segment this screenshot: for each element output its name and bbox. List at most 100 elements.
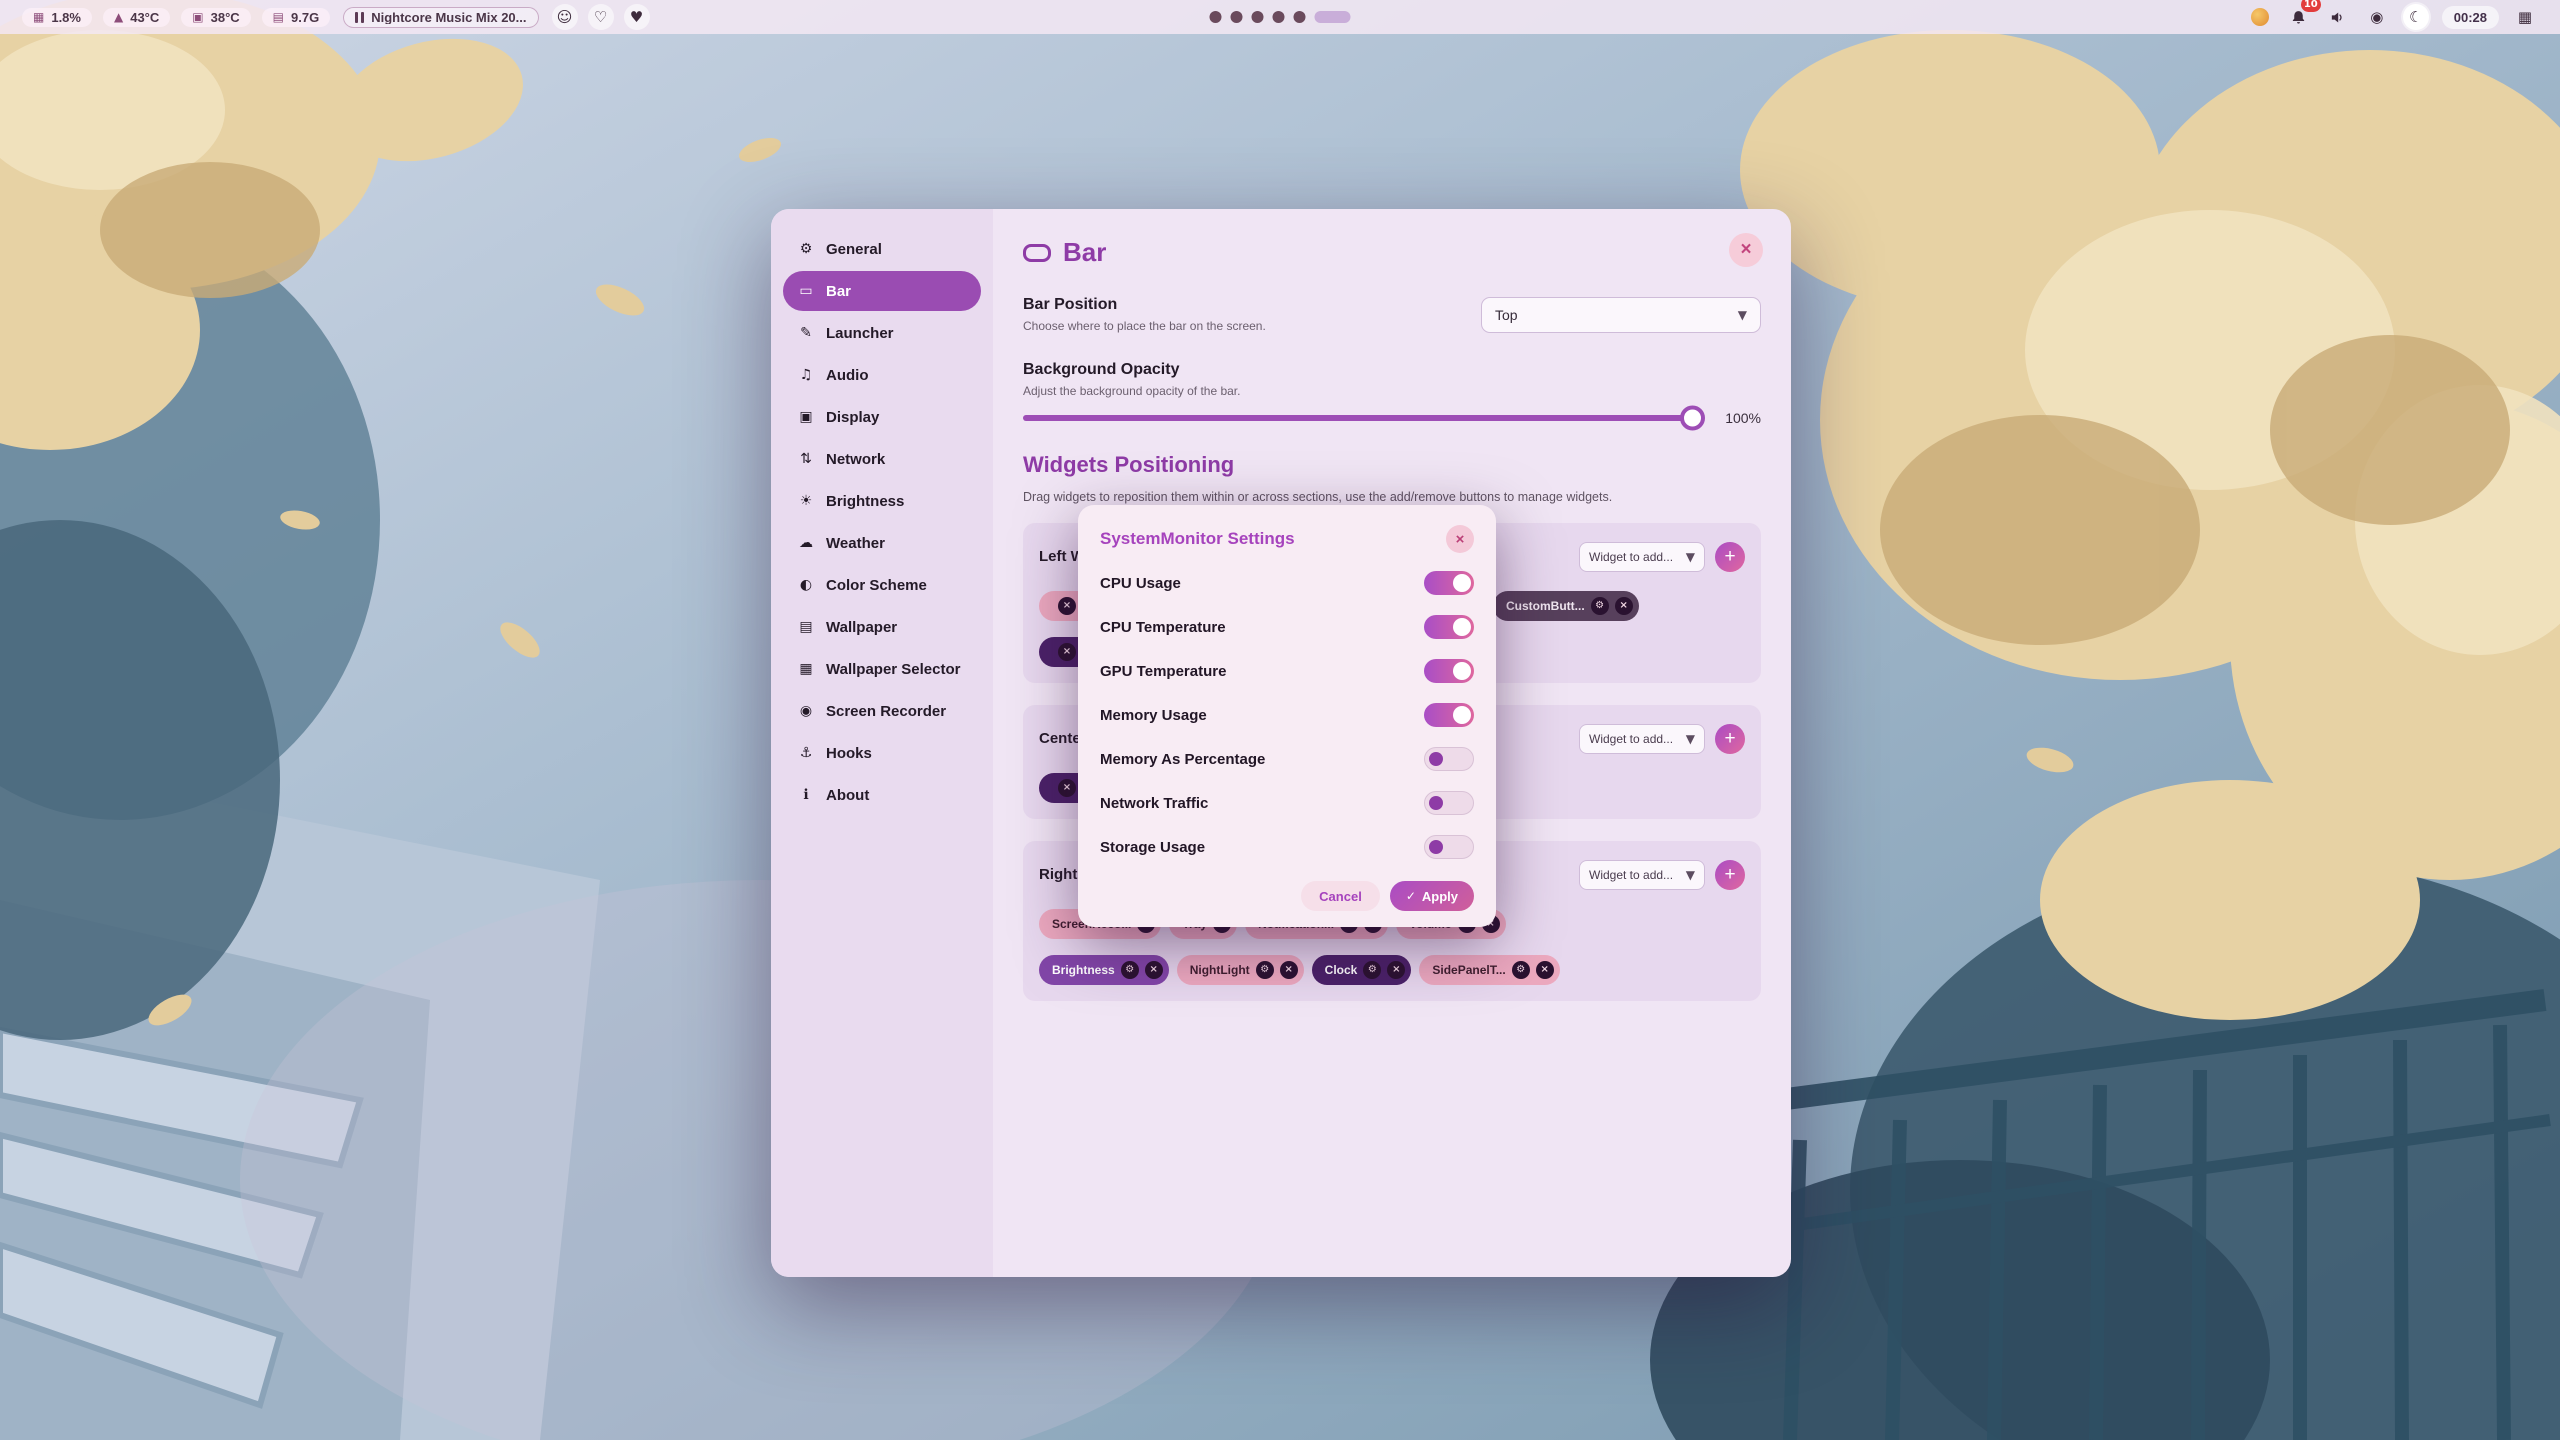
heart-outline-icon[interactable]: ♡ [588, 4, 614, 30]
toggle-knob [1453, 574, 1471, 592]
widgets-positioning-heading: Widgets Positioning [1023, 452, 1761, 478]
add-widget-button[interactable]: + [1715, 860, 1745, 890]
widget-chip[interactable]: Brightness⚙× [1039, 955, 1169, 985]
widget-add-select[interactable]: Widget to add...▼ [1579, 542, 1705, 572]
modal-close-button[interactable]: × [1446, 525, 1474, 553]
remove-widget-icon[interactable]: × [1280, 961, 1298, 979]
remove-widget-icon[interactable]: × [1536, 961, 1554, 979]
emote-icon[interactable]: ☺ [552, 4, 578, 30]
toggle-row-gpu-temperature: GPU Temperature [1100, 649, 1474, 693]
widget-settings-icon[interactable]: ⚙ [1512, 961, 1530, 979]
notifications-icon[interactable]: 10 [2286, 4, 2312, 30]
heart-icon[interactable]: ♥ [624, 4, 650, 30]
workspace-dot[interactable] [1231, 11, 1243, 23]
chevron-down-icon: ▼ [1686, 868, 1695, 882]
sidebar-item-network[interactable]: ⇅Network [783, 439, 981, 479]
sidebar-item-general[interactable]: ⚙General [783, 229, 981, 269]
memory-value: 9.7G [291, 11, 319, 24]
widget-add-select[interactable]: Widget to add...▼ [1579, 860, 1705, 890]
opacity-slider-handle[interactable] [1680, 406, 1705, 431]
app-launcher-icon[interactable]: ▦ [2512, 4, 2538, 30]
sidebar-item-label: Color Scheme [826, 577, 927, 594]
widget-settings-icon[interactable]: ⚙ [1121, 961, 1139, 979]
widget-add-placeholder: Widget to add... [1589, 550, 1673, 564]
toggle-on[interactable] [1424, 703, 1474, 727]
toggle-on[interactable] [1424, 571, 1474, 595]
clock[interactable]: 00:28 [2442, 6, 2499, 29]
remove-widget-icon[interactable]: × [1058, 643, 1076, 661]
gpu-temp-stat[interactable]: ▣38°C [181, 8, 250, 27]
sidebar-item-color-scheme[interactable]: ◐ Color Scheme [783, 565, 981, 605]
sidebar-item-label: Wallpaper [826, 619, 897, 636]
audio-icon: ♫ [797, 367, 815, 383]
sidebar-item-wallpaper[interactable]: ▤Wallpaper [783, 607, 981, 647]
opacity-slider[interactable] [1023, 415, 1701, 421]
toggle-list: CPU UsageCPU TemperatureGPU TemperatureM… [1100, 561, 1474, 869]
toggle-on[interactable] [1424, 659, 1474, 683]
widget-chip[interactable]: NightLight⚙× [1177, 955, 1304, 985]
screen-recorder-icon: ◉ [797, 703, 815, 719]
workspace-dot-active[interactable] [1315, 11, 1351, 23]
workspace-dot[interactable] [1210, 11, 1222, 23]
widget-settings-icon[interactable]: ⚙ [1591, 597, 1609, 615]
pause-icon [355, 12, 364, 23]
workspace-dot[interactable] [1273, 11, 1285, 23]
sidebar-item-bar[interactable]: ▭Bar [783, 271, 981, 311]
add-widget-button[interactable]: + [1715, 542, 1745, 572]
cpu-temp-stat[interactable]: ▲ 43°C [103, 8, 170, 27]
toggle-off[interactable] [1424, 747, 1474, 771]
workspaces[interactable] [1210, 0, 1351, 34]
system-stats: ▦1.8% ▲ 43°C ▣38°C ▤9.7G [22, 8, 330, 27]
remove-widget-icon[interactable]: × [1387, 961, 1405, 979]
toggle-off[interactable] [1424, 835, 1474, 859]
add-widget-button[interactable]: + [1715, 724, 1745, 754]
toggle-row-network-traffic: Network Traffic [1100, 781, 1474, 825]
cpu-usage-stat[interactable]: ▦1.8% [22, 8, 92, 27]
remove-widget-icon[interactable]: × [1058, 779, 1076, 797]
widget-add-select[interactable]: Widget to add...▼ [1579, 724, 1705, 754]
sidebar-item-hooks[interactable]: ⚓Hooks [783, 733, 981, 773]
launcher-icon: ✎ [797, 325, 815, 341]
bar-position-select[interactable]: Top ▼ [1481, 297, 1761, 333]
panel-header: Bar [1023, 237, 1761, 268]
window-close-button[interactable]: × [1729, 233, 1763, 267]
toggle-knob [1453, 706, 1471, 724]
toggle-on[interactable] [1424, 615, 1474, 639]
night-light-icon[interactable]: ☾ [2403, 4, 2429, 30]
widget-chip[interactable]: SidePanelT...⚙× [1419, 955, 1559, 985]
gpu-temp-value: 38°C [211, 11, 240, 24]
memory-stat[interactable]: ▤9.7G [262, 8, 331, 27]
toggle-off[interactable] [1424, 791, 1474, 815]
widget-chip[interactable]: CustomButt...⚙× [1493, 591, 1639, 621]
color-picker-icon[interactable] [2247, 4, 2273, 30]
cpu-temp-value: 43°C [130, 11, 159, 24]
media-widget[interactable]: Nightcore Music Mix 20... [343, 7, 538, 28]
sidebar-item-brightness[interactable]: ☀Brightness [783, 481, 981, 521]
background-opacity-label: Background Opacity [1023, 361, 1761, 379]
workspace-dot[interactable] [1252, 11, 1264, 23]
apply-button[interactable]: ✓ Apply [1390, 881, 1474, 911]
remove-widget-icon[interactable]: × [1615, 597, 1633, 615]
topbar-left: ▦1.8% ▲ 43°C ▣38°C ▤9.7G Nightcore Music Mix… [22, 4, 650, 30]
palette-dot [2251, 8, 2269, 26]
sidebar-item-about[interactable]: ℹAbout [783, 775, 981, 815]
volume-icon[interactable] [2325, 4, 2351, 30]
widget-settings-icon[interactable]: ⚙ [1256, 961, 1274, 979]
screen-record-icon[interactable]: ◉ [2364, 4, 2390, 30]
cancel-button[interactable]: Cancel [1301, 881, 1380, 911]
sidebar-item-display[interactable]: ▣Display [783, 397, 981, 437]
widget-settings-icon[interactable]: ⚙ [1363, 961, 1381, 979]
widget-chip[interactable]: Clock⚙× [1312, 955, 1412, 985]
color-scheme-icon: ◐ [797, 577, 815, 593]
sidebar-item-audio[interactable]: ♫Audio [783, 355, 981, 395]
modal-footer: Cancel ✓ Apply [1100, 881, 1474, 911]
sidebar-item-screen-recorder[interactable]: ◉Screen Recorder [783, 691, 981, 731]
thermometer-icon: ▲ [114, 11, 123, 23]
workspace-dot[interactable] [1294, 11, 1306, 23]
toggle-label: CPU Usage [1100, 575, 1181, 592]
remove-widget-icon[interactable]: × [1058, 597, 1076, 615]
sidebar-item-wallpaper-selector[interactable]: ▦Wallpaper Selector [783, 649, 981, 689]
remove-widget-icon[interactable]: × [1145, 961, 1163, 979]
sidebar-item-weather[interactable]: ☁Weather [783, 523, 981, 563]
sidebar-item-launcher[interactable]: ✎Launcher [783, 313, 981, 353]
